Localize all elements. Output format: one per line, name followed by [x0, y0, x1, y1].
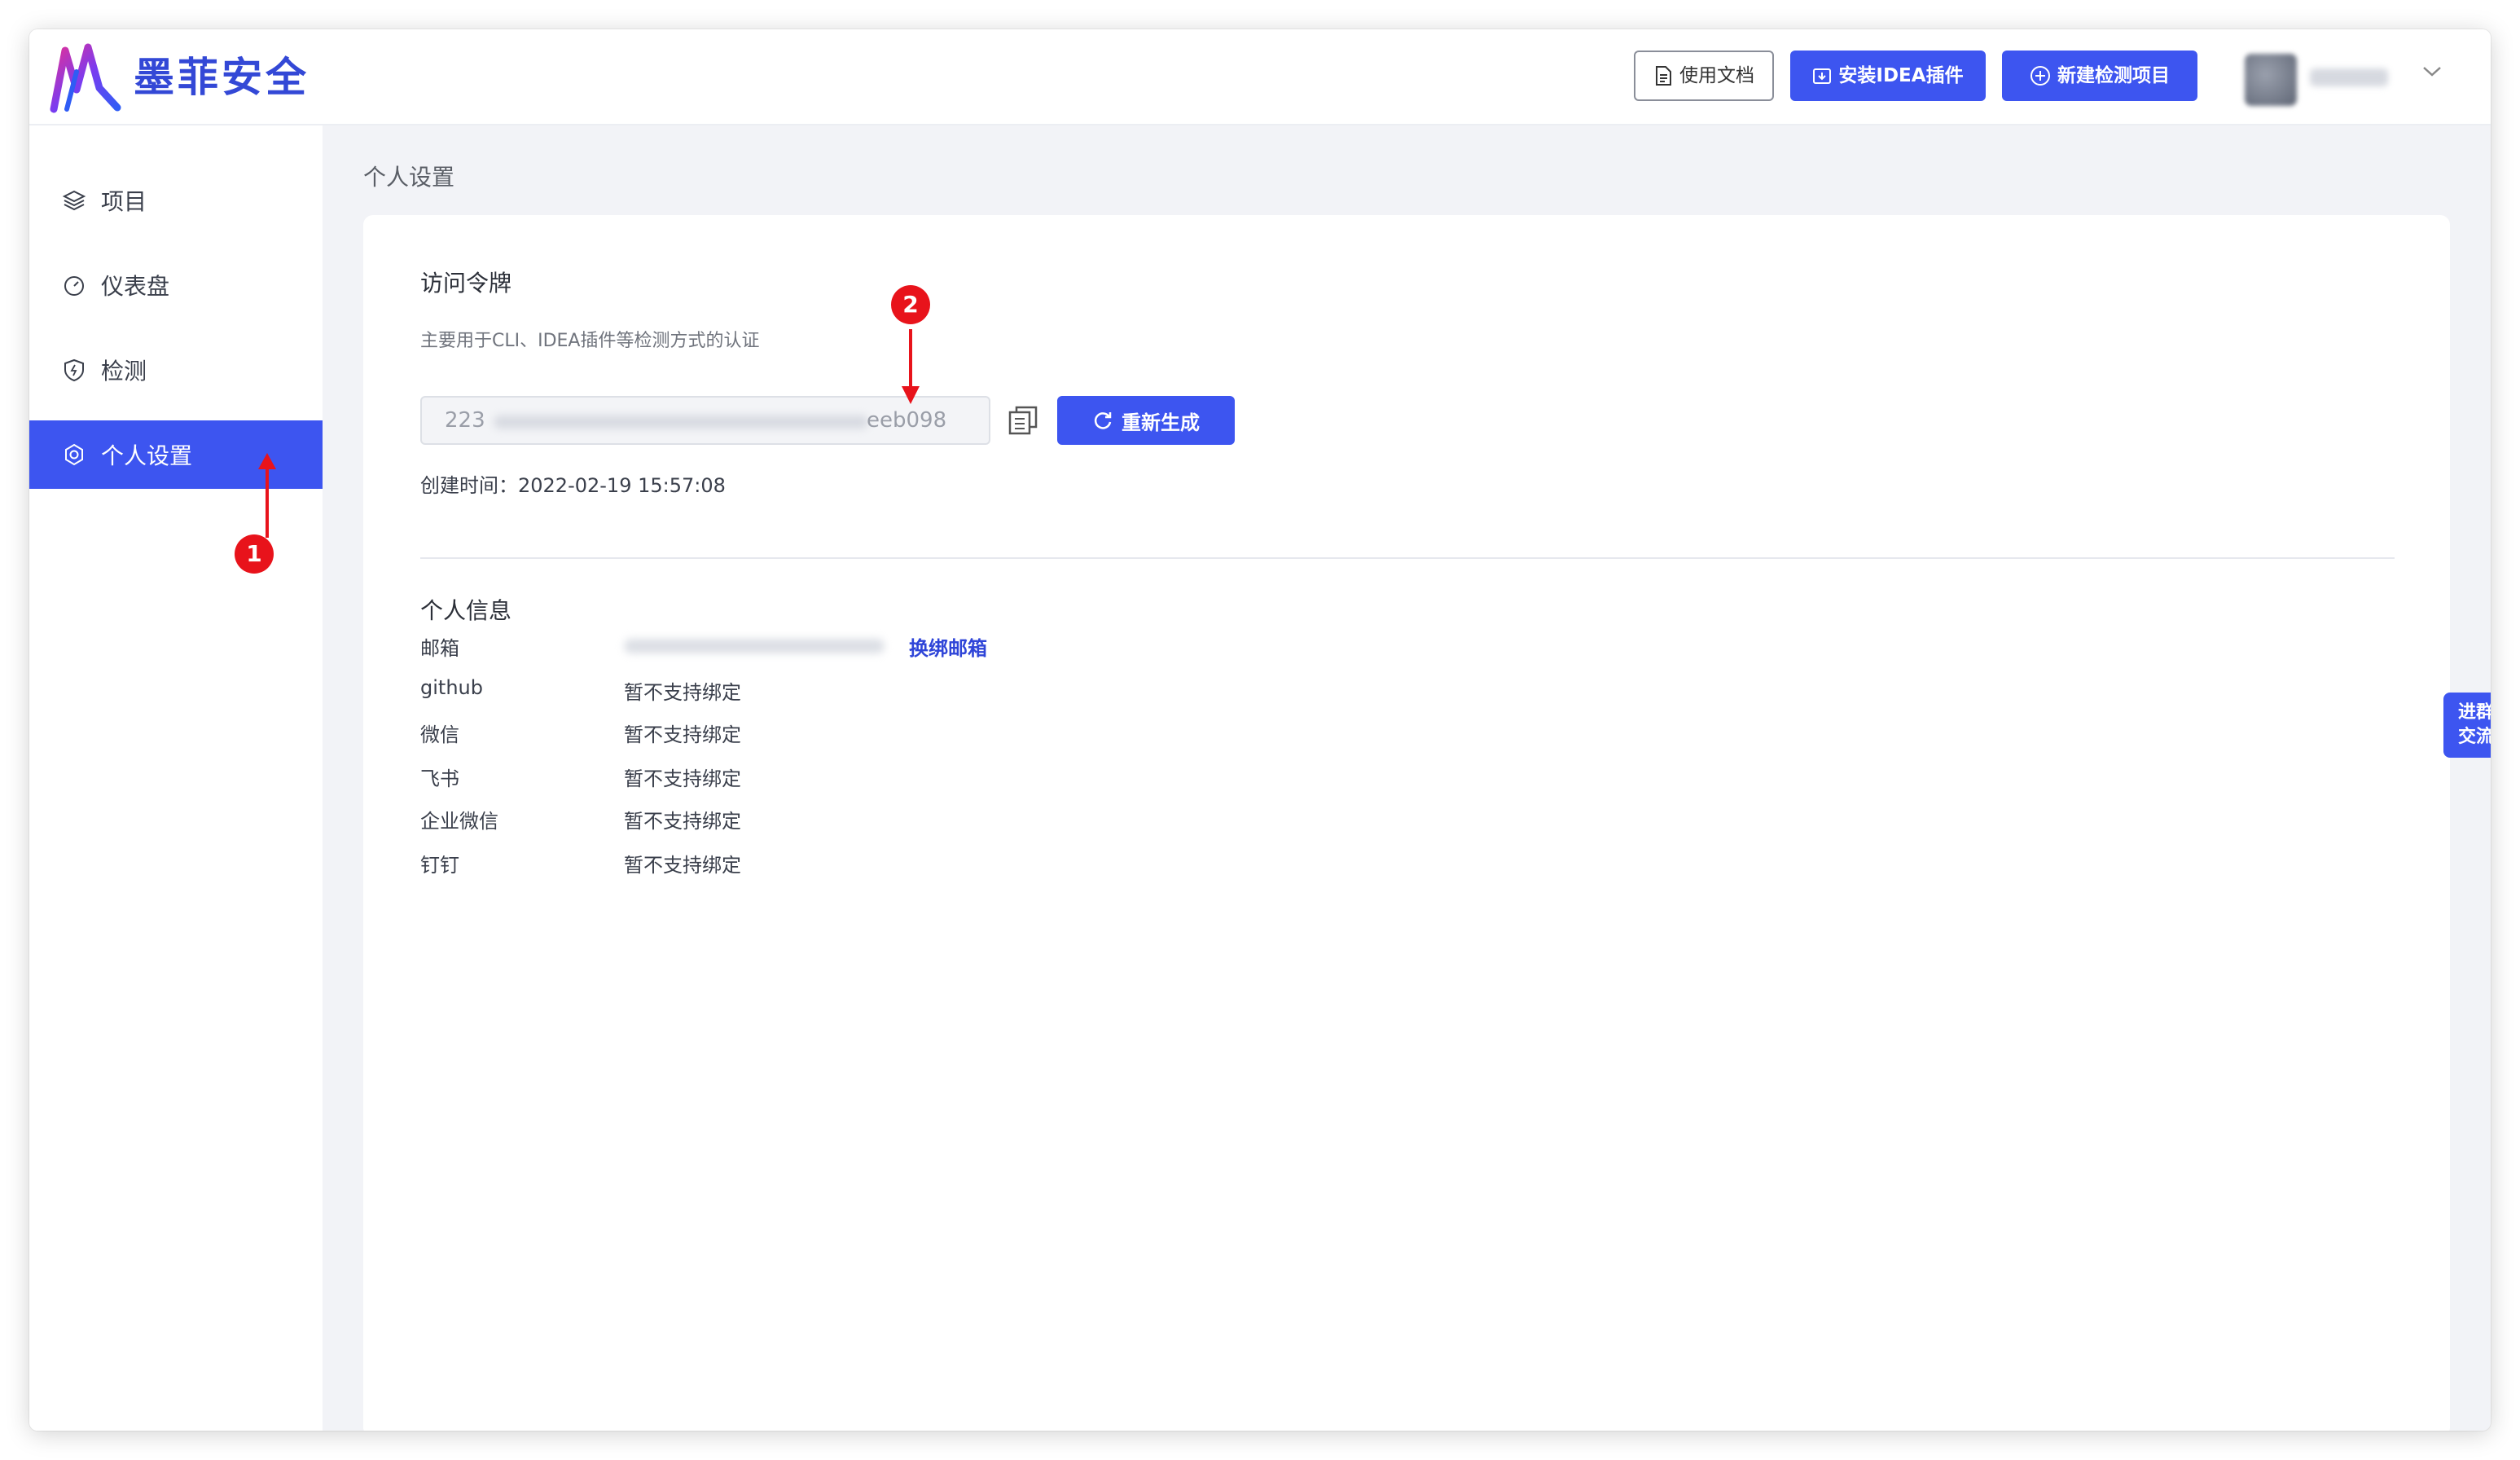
annotation-marker-1: 1 [235, 534, 274, 574]
docs-button[interactable]: 使用文档 [1634, 51, 1774, 101]
sidebar-item-label: 项目 [101, 188, 147, 215]
token-description: 主要用于CLI、IDEA插件等检测方式的认证 [420, 331, 760, 351]
binding-label-dingtalk: 钉钉 [420, 854, 459, 877]
settings-card: 访问令牌 主要用于CLI、IDEA插件等检测方式的认证 223 eeb098 重… [363, 215, 2450, 1431]
join-group-line2: 交流 [2457, 727, 2491, 747]
brand-logo-icon [50, 43, 121, 113]
section-divider [420, 557, 2395, 559]
regenerate-button[interactable]: 重新生成 [1057, 396, 1235, 445]
install-plugin-button[interactable]: 安装IDEA插件 [1790, 51, 1986, 101]
sidebar-item-projects[interactable]: 项目 [29, 166, 323, 235]
app-window: 墨菲安全 使用文档 安装IDEA插件 新建检测项目 项目 仪表盘 检测 个人设置… [29, 29, 2491, 1431]
refresh-icon [1094, 412, 1112, 429]
gauge-icon [64, 276, 84, 296]
sidebar-item-label: 个人设置 [101, 442, 193, 469]
brand-name: 墨菲安全 [134, 54, 310, 101]
annotation-arrow-up-icon [258, 453, 276, 538]
token-section-title: 访问令牌 [420, 270, 512, 297]
top-header: 墨菲安全 使用文档 安装IDEA插件 新建检测项目 [29, 29, 2491, 125]
token-redacted [494, 416, 868, 429]
binding-label-wechat: 微信 [420, 723, 459, 746]
sidebar-item-label: 仪表盘 [101, 273, 170, 300]
binding-value-wecom: 暂不支持绑定 [624, 810, 741, 833]
binding-label-feishu: 飞书 [420, 767, 459, 790]
document-icon [1656, 66, 1671, 86]
token-created-time: 创建时间：2022-02-19 15:57:08 [420, 474, 726, 497]
email-value-redacted [624, 639, 885, 653]
chevron-down-icon[interactable] [2421, 64, 2443, 80]
copy-icon[interactable] [1007, 404, 1039, 437]
annotation-arrow-down-icon [902, 329, 920, 404]
new-project-label: 新建检测项目 [2057, 65, 2170, 86]
regenerate-label: 重新生成 [1122, 411, 1200, 434]
join-group-line1: 进群 [2457, 702, 2491, 723]
docs-button-label: 使用文档 [1679, 65, 1754, 86]
install-plugin-label: 安装IDEA插件 [1838, 65, 1964, 86]
binding-label-github: github [420, 676, 483, 699]
shield-icon [64, 358, 84, 382]
token-prefix: 223 [445, 408, 485, 433]
sidebar-item-label: 检测 [101, 358, 147, 385]
gear-icon [65, 443, 83, 466]
binding-value-wechat: 暂不支持绑定 [624, 723, 741, 746]
join-group-tab[interactable]: 进群 交流 [2443, 693, 2491, 758]
avatar[interactable] [2245, 54, 2297, 106]
email-label: 邮箱 [420, 637, 459, 660]
sidebar-item-scan[interactable]: 检测 [29, 336, 323, 404]
username[interactable] [2310, 68, 2388, 86]
sidebar-item-dashboard[interactable]: 仪表盘 [29, 251, 323, 319]
binding-value-dingtalk: 暂不支持绑定 [624, 854, 741, 877]
binding-value-github: 暂不支持绑定 [624, 681, 741, 704]
annotation-marker-2: 2 [891, 285, 930, 324]
new-project-button[interactable]: 新建检测项目 [2002, 51, 2197, 101]
profile-section-title: 个人信息 [420, 597, 512, 624]
sidebar: 项目 仪表盘 检测 个人设置 [29, 125, 323, 1431]
change-email-link[interactable]: 换绑邮箱 [909, 632, 987, 661]
download-icon [1813, 68, 1832, 84]
layers-icon [62, 190, 86, 211]
breadcrumb: 个人设置 [363, 164, 455, 191]
binding-value-feishu: 暂不支持绑定 [624, 767, 741, 790]
binding-label-wecom: 企业微信 [420, 810, 498, 833]
plus-circle-icon [2030, 66, 2050, 86]
